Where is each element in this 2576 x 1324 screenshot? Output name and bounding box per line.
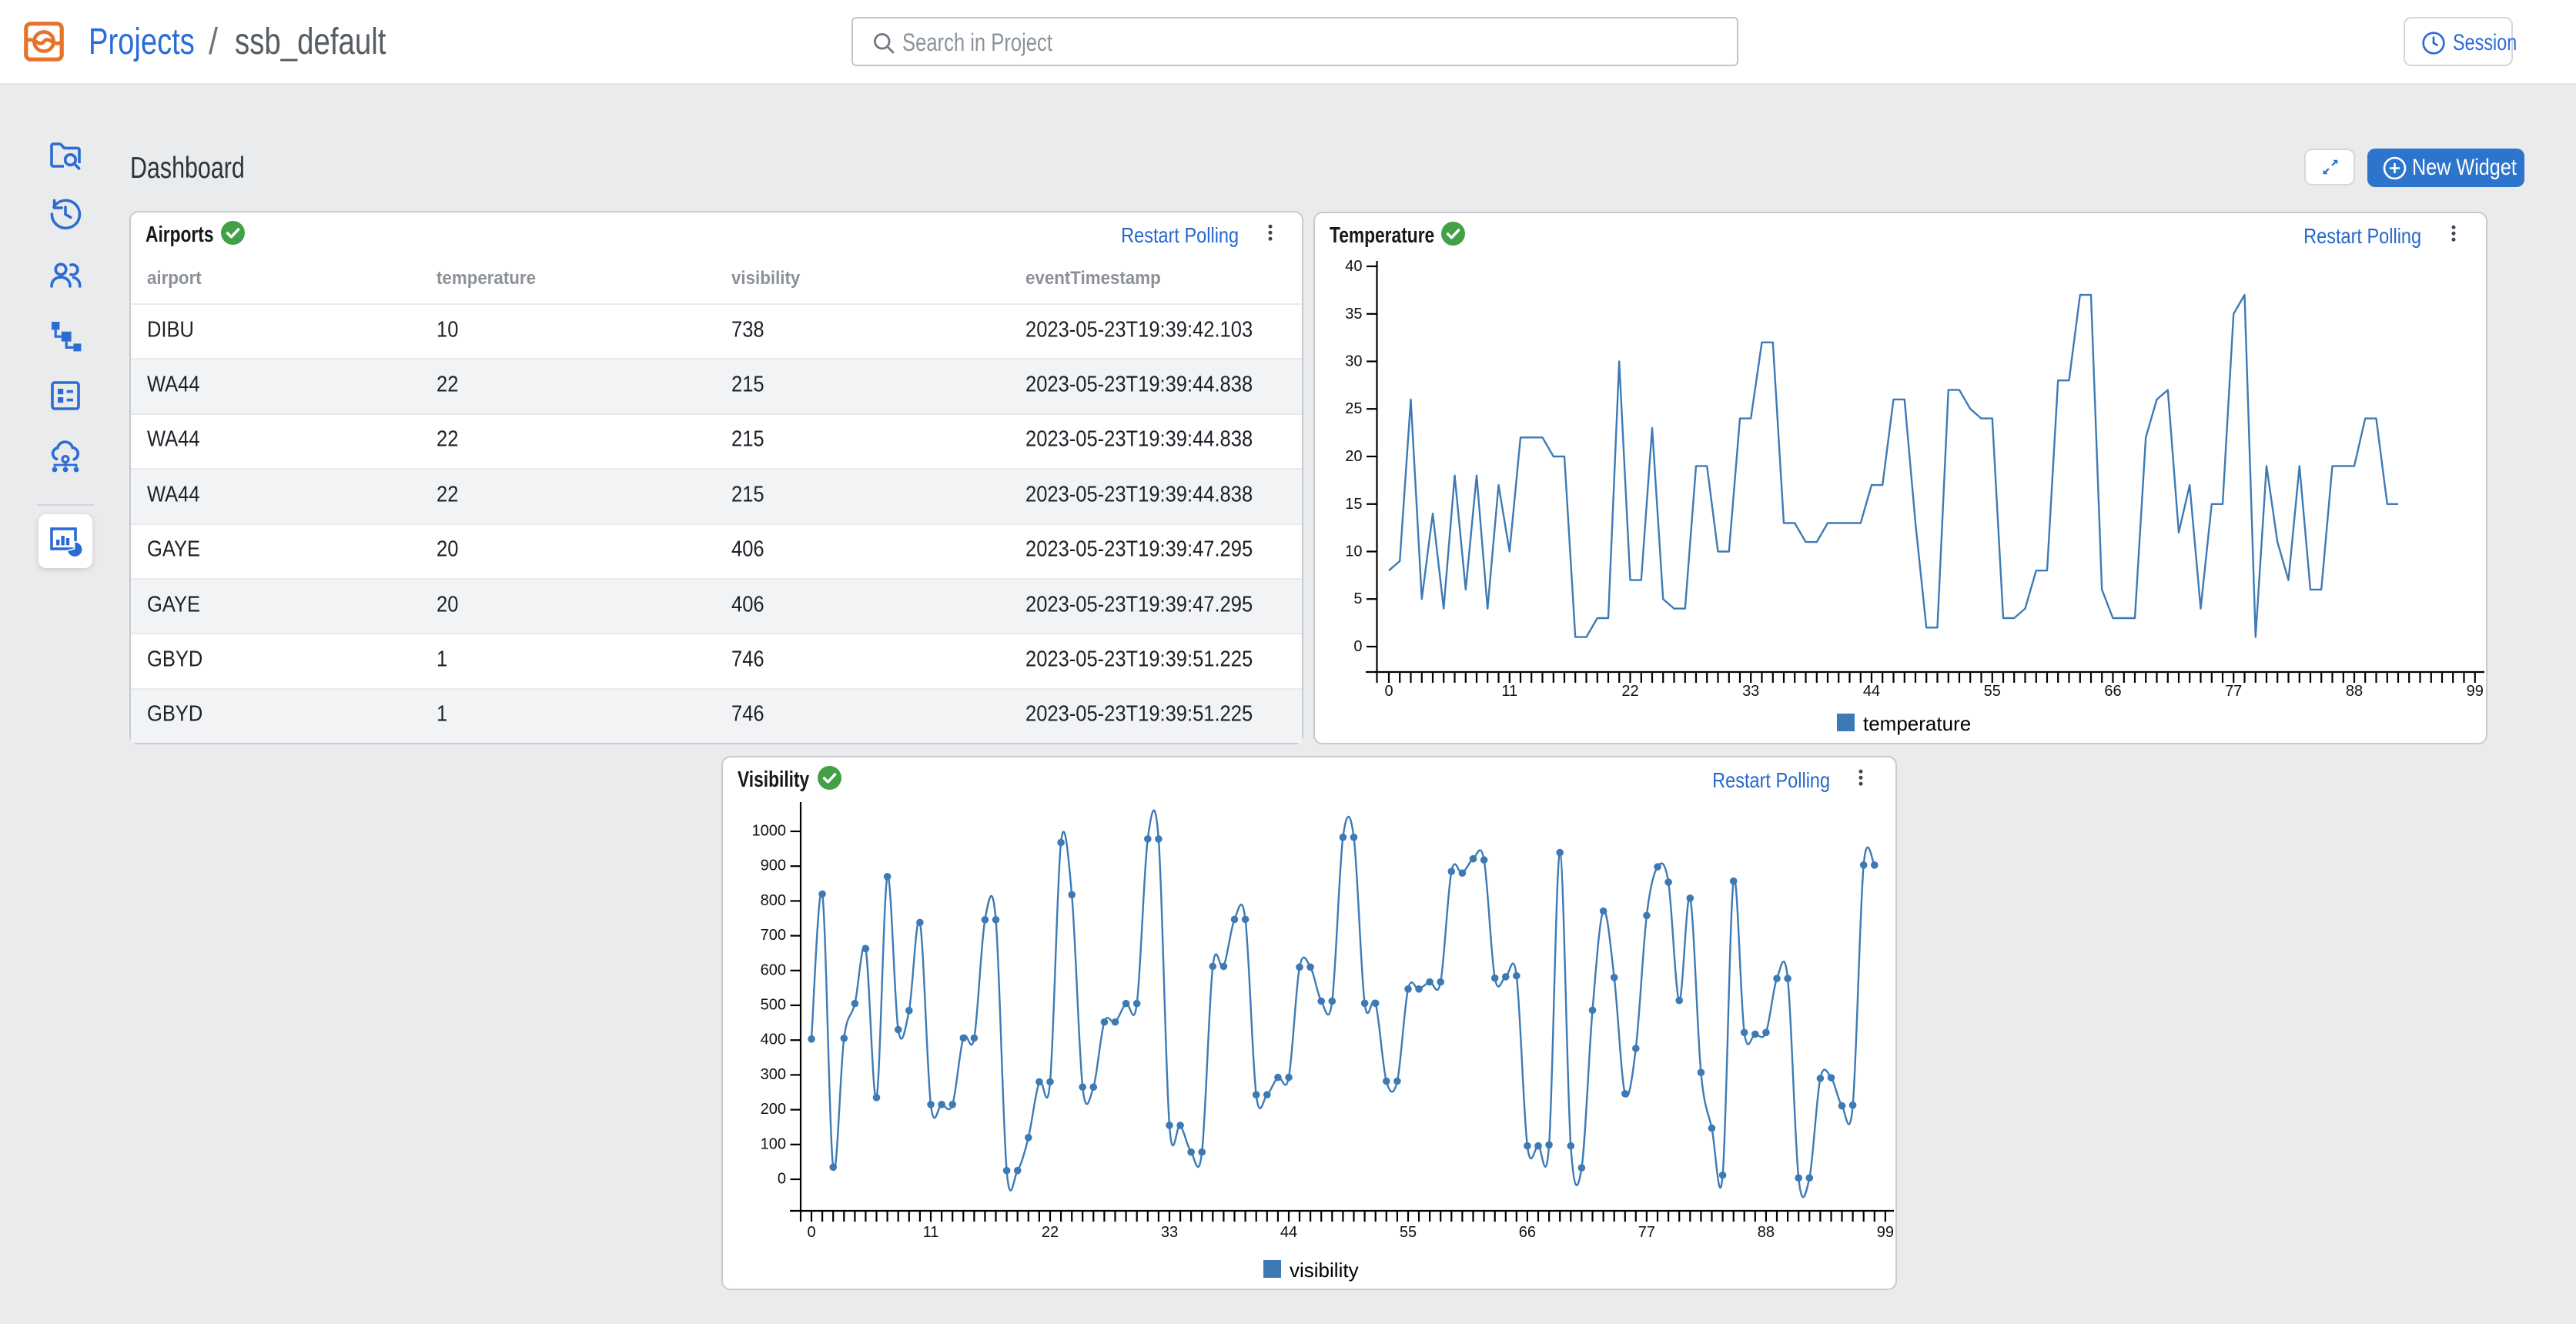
svg-text:99: 99 bbox=[2467, 683, 2484, 700]
svg-text:0: 0 bbox=[778, 1171, 786, 1188]
svg-text:88: 88 bbox=[2346, 683, 2363, 700]
svg-text:10: 10 bbox=[1345, 543, 1362, 560]
svg-text:99: 99 bbox=[1877, 1224, 1894, 1241]
svg-text:66: 66 bbox=[1519, 1224, 1536, 1241]
svg-text:15: 15 bbox=[1345, 496, 1362, 513]
svg-text:500: 500 bbox=[761, 997, 786, 1014]
svg-text:0: 0 bbox=[1353, 638, 1362, 655]
svg-text:88: 88 bbox=[1758, 1224, 1775, 1241]
svg-text:400: 400 bbox=[761, 1031, 786, 1048]
svg-text:20: 20 bbox=[1345, 448, 1362, 465]
svg-text:33: 33 bbox=[1161, 1224, 1178, 1241]
svg-text:66: 66 bbox=[2104, 683, 2121, 700]
svg-text:30: 30 bbox=[1345, 353, 1362, 370]
svg-text:visibility: visibility bbox=[1290, 1259, 1359, 1282]
svg-text:700: 700 bbox=[761, 927, 786, 944]
svg-text:200: 200 bbox=[761, 1101, 786, 1118]
svg-text:35: 35 bbox=[1345, 306, 1362, 323]
svg-text:25: 25 bbox=[1345, 400, 1362, 417]
svg-text:77: 77 bbox=[2225, 683, 2242, 700]
svg-text:55: 55 bbox=[1400, 1224, 1417, 1241]
svg-text:44: 44 bbox=[1280, 1224, 1297, 1241]
svg-text:5: 5 bbox=[1353, 590, 1362, 607]
svg-text:temperature: temperature bbox=[1863, 712, 1971, 735]
svg-text:44: 44 bbox=[1863, 683, 1880, 700]
svg-text:40: 40 bbox=[1345, 258, 1362, 275]
svg-text:300: 300 bbox=[761, 1066, 786, 1083]
svg-text:0: 0 bbox=[807, 1224, 815, 1241]
svg-text:600: 600 bbox=[761, 961, 786, 978]
svg-text:800: 800 bbox=[761, 892, 786, 909]
svg-text:55: 55 bbox=[1984, 683, 2001, 700]
svg-text:22: 22 bbox=[1042, 1224, 1059, 1241]
svg-text:33: 33 bbox=[1742, 683, 1759, 700]
svg-text:77: 77 bbox=[1638, 1224, 1655, 1241]
svg-text:11: 11 bbox=[923, 1224, 939, 1241]
svg-text:11: 11 bbox=[1501, 683, 1517, 700]
svg-text:1000: 1000 bbox=[752, 823, 787, 840]
svg-text:0: 0 bbox=[1384, 683, 1393, 700]
svg-text:100: 100 bbox=[761, 1135, 786, 1152]
svg-text:22: 22 bbox=[1621, 683, 1638, 700]
svg-text:900: 900 bbox=[761, 858, 786, 874]
